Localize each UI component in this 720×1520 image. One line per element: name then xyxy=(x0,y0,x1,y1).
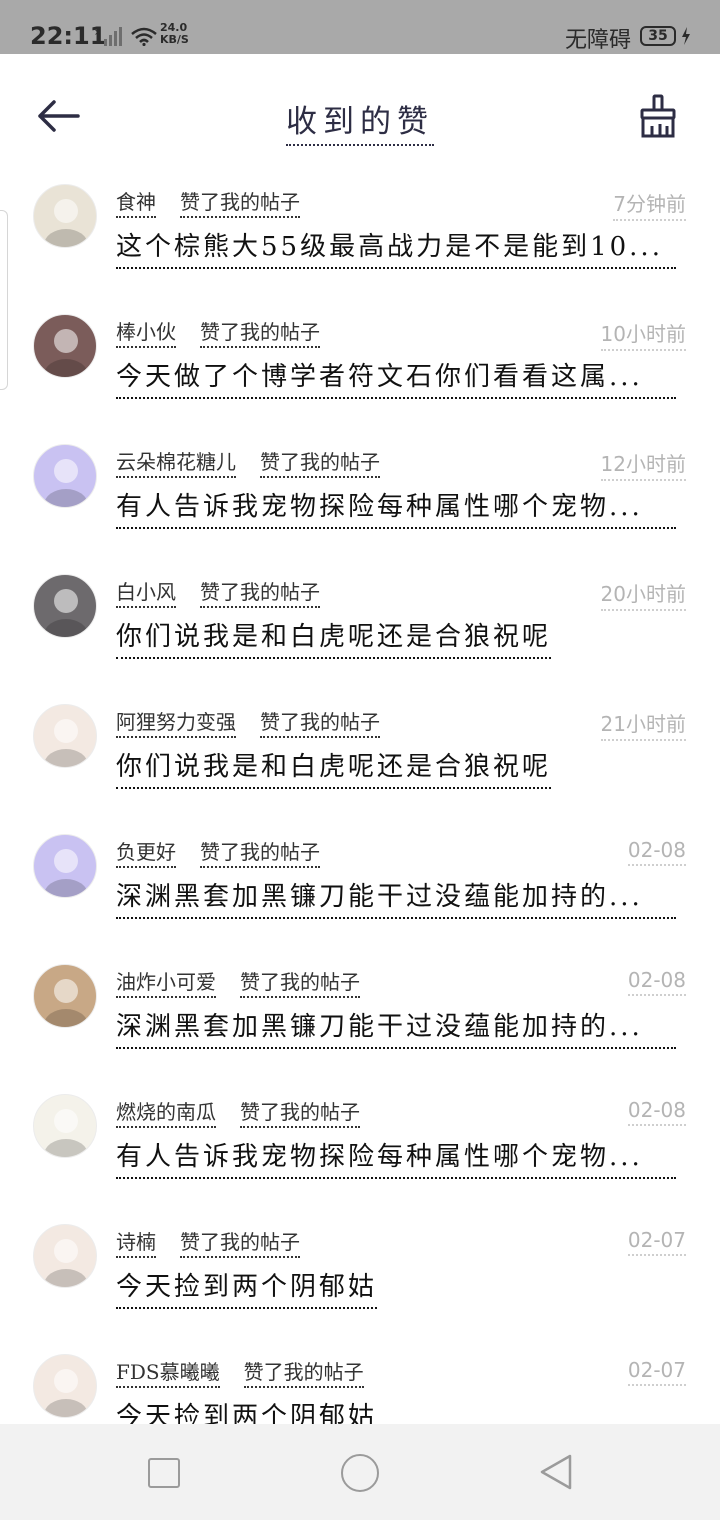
username[interactable]: 阿狸努力变强 xyxy=(116,710,236,738)
battery-indicator: 35 xyxy=(640,26,676,46)
like-time: 10小时前 xyxy=(600,318,686,351)
like-action-text: 赞了我的帖子 xyxy=(180,190,300,218)
like-item[interactable]: 诗楠 赞了我的帖子 02-07 今天捡到两个阴郁姑 xyxy=(0,1218,720,1348)
post-excerpt[interactable]: 有人告诉我宠物探险每种属性哪个宠物... xyxy=(116,1136,676,1179)
like-item[interactable]: 食神 赞了我的帖子 7分钟前这个棕熊大55级最高战力是不是能到10... xyxy=(0,178,720,308)
like-action-text: 赞了我的帖子 xyxy=(200,840,320,868)
page-title-text: 收到的赞 xyxy=(286,104,434,146)
avatar[interactable] xyxy=(33,1354,97,1418)
like-meta: 白小风 赞了我的帖子 xyxy=(116,576,320,608)
network-speed-unit: KB/S xyxy=(160,33,189,46)
like-meta: 食神 赞了我的帖子 xyxy=(116,186,300,218)
post-excerpt[interactable]: 今天做了个博学者符文石你们看看这属... xyxy=(116,356,676,399)
like-time: 02-08 xyxy=(627,1098,686,1126)
avatar[interactable] xyxy=(33,314,97,378)
like-item[interactable]: 阿狸努力变强 赞了我的帖子 21小时前你们说我是和白虎呢还是合狼祝呢 xyxy=(0,698,720,828)
network-speed: 24.0 KB/S xyxy=(160,22,189,46)
username[interactable]: 油炸小可爱 xyxy=(116,970,216,998)
like-item[interactable]: 白小风 赞了我的帖子 20小时前你们说我是和白虎呢还是合狼祝呢 xyxy=(0,568,720,698)
post-excerpt[interactable]: 深渊黑套加黑镰刀能干过没蕴能加持的... xyxy=(116,876,676,919)
accessibility-label: 无障碍 xyxy=(565,28,632,53)
post-excerpt[interactable]: 你们说我是和白虎呢还是合狼祝呢 xyxy=(116,616,552,659)
post-excerpt[interactable]: 今天捡到两个阴郁姑 xyxy=(116,1266,378,1309)
like-time: 02-08 xyxy=(627,968,686,996)
like-meta: 负更好 赞了我的帖子 xyxy=(116,836,320,868)
username[interactable]: 诗楠 xyxy=(116,1230,156,1258)
username[interactable]: 食神 xyxy=(116,190,156,218)
username[interactable]: 白小风 xyxy=(116,580,176,608)
post-excerpt[interactable]: 你们说我是和白虎呢还是合狼祝呢 xyxy=(116,746,552,789)
circle-icon[interactable] xyxy=(341,1454,379,1492)
username[interactable]: 云朵棉花糖儿 xyxy=(116,450,236,478)
like-time: 02-07 xyxy=(627,1228,686,1256)
like-item[interactable]: 棒小伙 赞了我的帖子 10小时前今天做了个博学者符文石你们看看这属... xyxy=(0,308,720,438)
like-meta: 棒小伙 赞了我的帖子 xyxy=(116,316,320,348)
broom-icon[interactable] xyxy=(638,94,678,138)
like-action-text: 赞了我的帖子 xyxy=(200,320,320,348)
post-excerpt[interactable]: 这个棕熊大55级最高战力是不是能到10... xyxy=(116,226,676,269)
like-item[interactable]: 油炸小可爱 赞了我的帖子 02-08 深渊黑套加黑镰刀能干过没蕴能加持的... xyxy=(0,958,720,1088)
like-meta: 燃烧的南瓜 赞了我的帖子 xyxy=(116,1096,360,1128)
like-action-text: 赞了我的帖子 xyxy=(260,450,380,478)
like-action-text: 赞了我的帖子 xyxy=(243,1360,364,1388)
like-time: 20小时前 xyxy=(600,578,686,611)
like-time: 02-08 xyxy=(627,838,686,866)
navigation-bar xyxy=(0,1424,720,1520)
like-meta: 阿狸努力变强 赞了我的帖子 xyxy=(116,706,380,738)
like-meta: 油炸小可爱 赞了我的帖子 xyxy=(116,966,360,998)
wifi-icon xyxy=(131,27,157,46)
like-time: 12小时前 xyxy=(600,448,686,481)
like-item[interactable]: 负更好 赞了我的帖子 02-08 深渊黑套加黑镰刀能干过没蕴能加持的... xyxy=(0,828,720,958)
like-time: 21小时前 xyxy=(600,708,686,741)
signal-icon: × xyxy=(94,27,122,46)
like-action-text: 赞了我的帖子 xyxy=(260,710,380,738)
username[interactable]: 燃烧的南瓜 xyxy=(116,1100,216,1128)
avatar[interactable] xyxy=(33,444,97,508)
like-action-text: 赞了我的帖子 xyxy=(240,970,360,998)
username[interactable]: 负更好 xyxy=(116,840,176,868)
svg-text:×: × xyxy=(94,28,102,38)
square-icon[interactable] xyxy=(148,1458,180,1488)
avatar[interactable] xyxy=(33,1094,97,1158)
like-action-text: 赞了我的帖子 xyxy=(180,1230,300,1258)
like-time: 7分钟前 xyxy=(613,188,686,221)
username[interactable]: FDS慕曦曦 xyxy=(116,1360,220,1388)
avatar[interactable] xyxy=(33,964,97,1028)
page-title: 收到的赞 xyxy=(0,96,720,146)
avatar[interactable] xyxy=(33,574,97,638)
header: 收到的赞 xyxy=(0,54,720,178)
avatar[interactable] xyxy=(33,834,97,898)
post-excerpt[interactable]: 有人告诉我宠物探险每种属性哪个宠物... xyxy=(116,486,676,529)
like-action-text: 赞了我的帖子 xyxy=(240,1100,360,1128)
like-time: 02-07 xyxy=(627,1358,686,1386)
avatar[interactable] xyxy=(33,704,97,768)
like-action-text: 赞了我的帖子 xyxy=(200,580,320,608)
avatar[interactable] xyxy=(33,184,97,248)
like-item[interactable]: 云朵棉花糖儿 赞了我的帖子 12小时前有人告诉我宠物探险每种属性哪个宠物... xyxy=(0,438,720,568)
like-meta: 云朵棉花糖儿 赞了我的帖子 xyxy=(116,446,380,478)
charging-icon xyxy=(682,27,690,45)
like-meta: 诗楠 赞了我的帖子 xyxy=(116,1226,300,1258)
status-bar: 22:11 × 24.0 KB/S 无障碍 35 xyxy=(0,0,720,54)
triangle-back-icon[interactable] xyxy=(538,1452,574,1492)
like-item[interactable]: 燃烧的南瓜 赞了我的帖子 02-08 有人告诉我宠物探险每种属性哪个宠物... xyxy=(0,1088,720,1218)
username[interactable]: 棒小伙 xyxy=(116,320,176,348)
post-excerpt[interactable]: 深渊黑套加黑镰刀能干过没蕴能加持的... xyxy=(116,1006,676,1049)
avatar[interactable] xyxy=(33,1224,97,1288)
like-meta: FDS慕曦曦 赞了我的帖子 xyxy=(116,1356,364,1388)
